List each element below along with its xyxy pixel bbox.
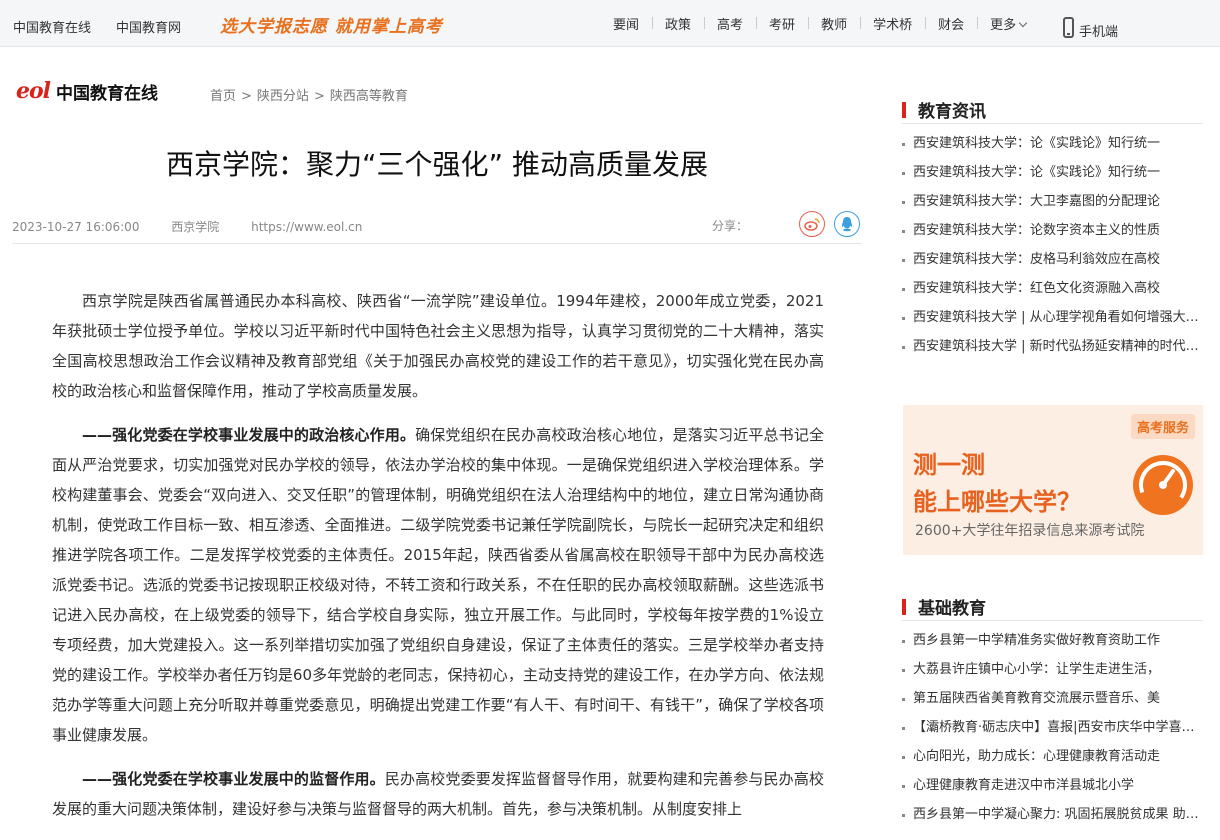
qq-share-icon[interactable] — [834, 211, 860, 237]
nav-item-accounting[interactable]: 财会 — [925, 14, 977, 33]
sidebar-news-item[interactable]: 西安建筑科技大学：大卫李嘉图的分配理论 — [902, 187, 1203, 216]
sidebar-news-item[interactable]: 西安建筑科技大学 | 新时代弘扬延安精神的时代价值 — [902, 332, 1203, 361]
slogan-banner[interactable]: 选大学报志愿 就用掌上高考 — [220, 12, 443, 37]
paragraph-text: 西京学院是陕西省属普通民办本科高校、陕西省“一流学院”建设单位。1994年建校，… — [52, 292, 824, 400]
nav-more-label: 更多 — [990, 18, 1017, 33]
section-marker — [902, 598, 906, 615]
mobile-phone-icon — [1063, 16, 1074, 38]
breadcrumb-separator: > — [313, 89, 325, 104]
sidebar-basic-item[interactable]: 西乡县第一中学精准务实做好教育资助工作 — [902, 626, 1203, 655]
nav-item-teacher[interactable]: 教师 — [808, 14, 860, 33]
article-paragraph: 西京学院是陕西省属普通民办本科高校、陕西省“一流学院”建设单位。1994年建校，… — [52, 286, 824, 406]
top-link-eol[interactable]: 中国教育在线 — [13, 17, 91, 36]
article-paragraph: ——强化党委在学校事业发展中的政治核心作用。确保党组织在民办高校政治核心地位，是… — [52, 420, 824, 750]
meta-divider — [12, 243, 862, 244]
article-body: 西京学院是陕西省属普通民办本科高校、陕西省“一流学院”建设单位。1994年建校，… — [52, 286, 824, 838]
breadcrumb: 首页 > 陕西分站 > 陕西高等教育 — [210, 85, 408, 104]
nav-item-gaokao[interactable]: 高考 — [704, 14, 756, 33]
paragraph-text: 确保党组织在民办高校政治核心地位，是落实习近平总书记全面从严治党要求，切实加强党… — [52, 426, 824, 744]
article-paragraph: ——强化党委在学校事业发展中的监督作用。民办高校党委要发挥监督督导作用，就要构建… — [52, 764, 824, 824]
ad-headline-2: 能上哪些大学？ — [913, 488, 1081, 516]
logo-text: 中国教育在线 — [56, 83, 159, 104]
sidebar-news-item[interactable]: 西安建筑科技大学：皮格马利翁效应在高校 — [902, 245, 1203, 274]
top-link-edu-net[interactable]: 中国教育网 — [116, 17, 181, 36]
sidebar-news-header: 教育资讯 — [902, 96, 1203, 124]
sidebar-basic-item[interactable]: 西乡县第一中学凝心聚力: 巩固拓展脱贫成果 助推乡村振兴 — [902, 800, 1203, 829]
sidebar-news-item[interactable]: 西安建筑科技大学 | 从心理学视角看如何增强大学生 — [902, 303, 1203, 332]
top-nav: 要闻 政策 高考 考研 教师 学术桥 财会 更多 — [600, 0, 1039, 47]
weibo-share-icon[interactable] — [799, 211, 825, 237]
logo-mark: eol — [16, 78, 51, 104]
ad-subtext: 2600+大学往年招录信息来源考试院 — [915, 523, 1145, 539]
sidebar-basic-title: 基础教育 — [918, 599, 986, 619]
gauge-icon — [1133, 455, 1193, 515]
ad-headline-1: 测一测 — [913, 451, 985, 479]
sidebar-news: 教育资讯 西安建筑科技大学：论《实践论》知行统一 西安建筑科技大学：论《实践论》… — [902, 96, 1203, 361]
ad-tag: 高考服务 — [1130, 414, 1195, 439]
chevron-down-icon — [1018, 18, 1028, 28]
mobile-link[interactable]: 手机端 — [1063, 14, 1118, 40]
article-url[interactable]: https://www.eol.cn — [251, 220, 362, 234]
nav-item-academic[interactable]: 学术桥 — [860, 14, 925, 33]
sidebar-basic-list: 西乡县第一中学精准务实做好教育资助工作 大荔县许庄镇中心小学：让学生走进生活， … — [902, 626, 1203, 829]
article-meta: 2023-10-27 16:06:00 西京学院 https://www.eol… — [12, 218, 390, 235]
weibo-glyph — [804, 218, 820, 231]
article-source: 西京学院 — [171, 220, 220, 234]
share-label: 分享： — [712, 219, 749, 233]
sidebar-basic-item[interactable]: 心理健康教育走进汉中市洋县城北小学 — [902, 771, 1203, 800]
sidebar-news-item[interactable]: 西安建筑科技大学：红色文化资源融入高校 — [902, 274, 1203, 303]
nav-item-policy[interactable]: 政策 — [652, 14, 704, 33]
sidebar-basic-item[interactable]: 第五届陕西省美育教育交流展示暨音乐、美 — [902, 684, 1203, 713]
article-date: 2023-10-27 16:06:00 — [12, 220, 140, 234]
paragraph-lead: ——强化党委在学校事业发展中的政治核心作用。 — [82, 426, 416, 444]
sidebar-basic-item[interactable]: 心向阳光，助力成长：心理健康教育活动走 — [902, 742, 1203, 771]
breadcrumb-home[interactable]: 首页 — [210, 89, 236, 104]
breadcrumb-separator: > — [241, 89, 252, 104]
paragraph-lead: ——强化党委在学校事业发展中的监督作用。 — [82, 770, 385, 788]
qq-glyph — [841, 217, 853, 232]
sidebar-news-title: 教育资讯 — [918, 102, 986, 122]
sidebar-basic-item[interactable]: 大荔县许庄镇中心小学：让学生走进生活， — [902, 655, 1203, 684]
article-title: 西京学院：聚力“三个强化” 推动高质量发展 — [166, 148, 708, 181]
top-bar: 中国教育在线 中国教育网 选大学报志愿 就用掌上高考 要闻 政策 高考 考研 教… — [0, 0, 1220, 47]
gaokao-ad-banner[interactable]: 高考服务 测一测 能上哪些大学？ 2600+大学往年招录信息来源考试院 — [903, 405, 1203, 555]
breadcrumb-higher-edu[interactable]: 陕西高等教育 — [330, 89, 408, 104]
sidebar-basic-edu: 基础教育 西乡县第一中学精准务实做好教育资助工作 大荔县许庄镇中心小学：让学生走… — [902, 593, 1203, 829]
sidebar-news-item[interactable]: 西安建筑科技大学：论数字资本主义的性质 — [902, 216, 1203, 245]
nav-item-kaoyan[interactable]: 考研 — [756, 14, 808, 33]
breadcrumb-shaanxi[interactable]: 陕西分站 — [257, 89, 309, 104]
sidebar-news-item[interactable]: 西安建筑科技大学：论《实践论》知行统一 — [902, 158, 1203, 187]
nav-item-more[interactable]: 更多 — [977, 14, 1039, 33]
sidebar-basic-item[interactable]: 【灞桥教育·砺志庆中】喜报|西安市庆华中学喜获佳绩 — [902, 713, 1203, 742]
site-logo[interactable]: eol 中国教育在线 — [16, 78, 158, 104]
sidebar-news-list: 西安建筑科技大学：论《实践论》知行统一 西安建筑科技大学：论《实践论》知行统一 … — [902, 129, 1203, 361]
sidebar-basic-header: 基础教育 — [902, 593, 1203, 621]
nav-item-news[interactable]: 要闻 — [600, 14, 652, 33]
sidebar-news-item[interactable]: 西安建筑科技大学：论《实践论》知行统一 — [902, 129, 1203, 158]
mobile-label: 手机端 — [1079, 25, 1119, 40]
section-marker — [902, 101, 906, 118]
